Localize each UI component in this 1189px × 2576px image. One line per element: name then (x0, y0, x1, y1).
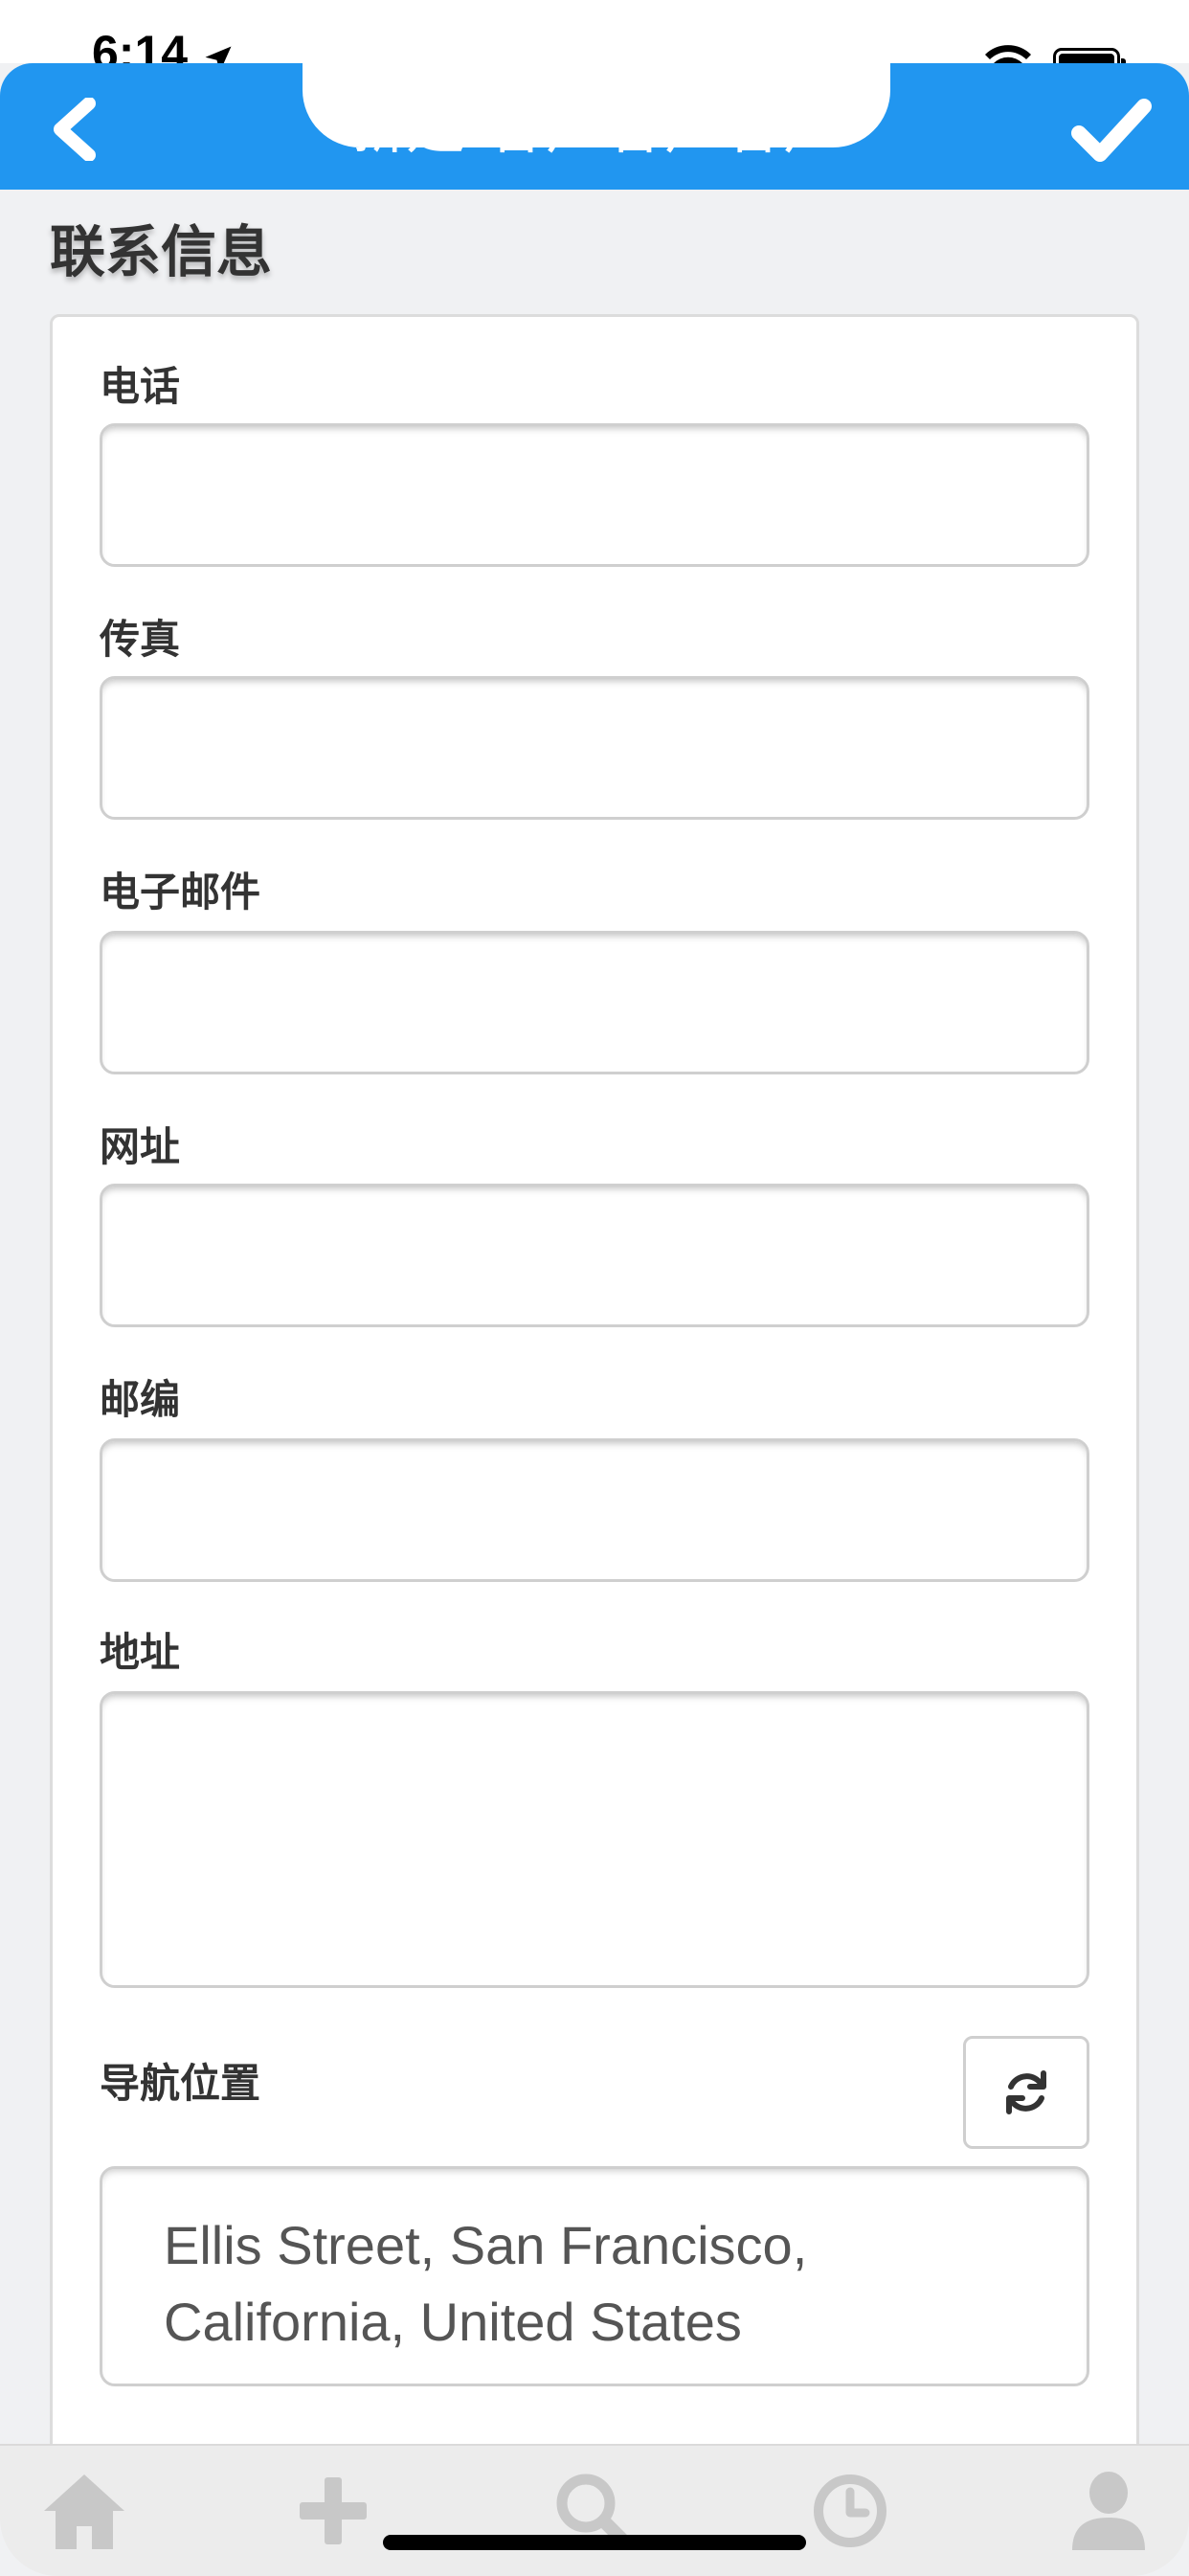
address-textarea[interactable] (100, 1691, 1089, 1988)
checkmark-icon (1071, 99, 1152, 162)
tab-profile[interactable] (1061, 2463, 1156, 2559)
plus-icon (300, 2477, 367, 2544)
website-label: 网址 (100, 1123, 181, 1170)
fax-input[interactable] (100, 676, 1089, 820)
fax-label: 传真 (100, 616, 181, 663)
page-title: 新建-客户客户客户 (346, 92, 843, 162)
nav-location-label: 导航位置 (100, 2060, 261, 2107)
user-icon (1072, 2472, 1145, 2550)
save-button[interactable] (1068, 92, 1155, 169)
phone-label: 电话 (100, 363, 181, 410)
website-input[interactable] (100, 1184, 1089, 1327)
refresh-location-button[interactable] (963, 2036, 1089, 2149)
postcode-label: 邮编 (100, 1376, 181, 1423)
phone-input[interactable] (100, 423, 1089, 567)
clock-icon (814, 2474, 886, 2547)
tab-add[interactable] (285, 2463, 381, 2559)
email-input[interactable] (100, 931, 1089, 1074)
nav-header: 新建-客户客户客户 (0, 63, 1189, 190)
refresh-icon (1006, 2070, 1046, 2114)
email-label: 电子邮件 (100, 869, 261, 915)
postcode-input[interactable] (100, 1438, 1089, 1582)
nav-location-value[interactable]: Ellis Street, San Francisco, California,… (100, 2166, 1089, 2386)
section-title: 联系信息 (50, 219, 273, 284)
home-indicator (383, 2535, 806, 2550)
status-bar: 6:14 (0, 0, 1189, 85)
address-label: 地址 (100, 1629, 181, 1676)
tab-bar (0, 2444, 1189, 2576)
tab-history[interactable] (802, 2463, 898, 2559)
tab-home[interactable] (36, 2463, 132, 2559)
home-icon (44, 2474, 124, 2549)
